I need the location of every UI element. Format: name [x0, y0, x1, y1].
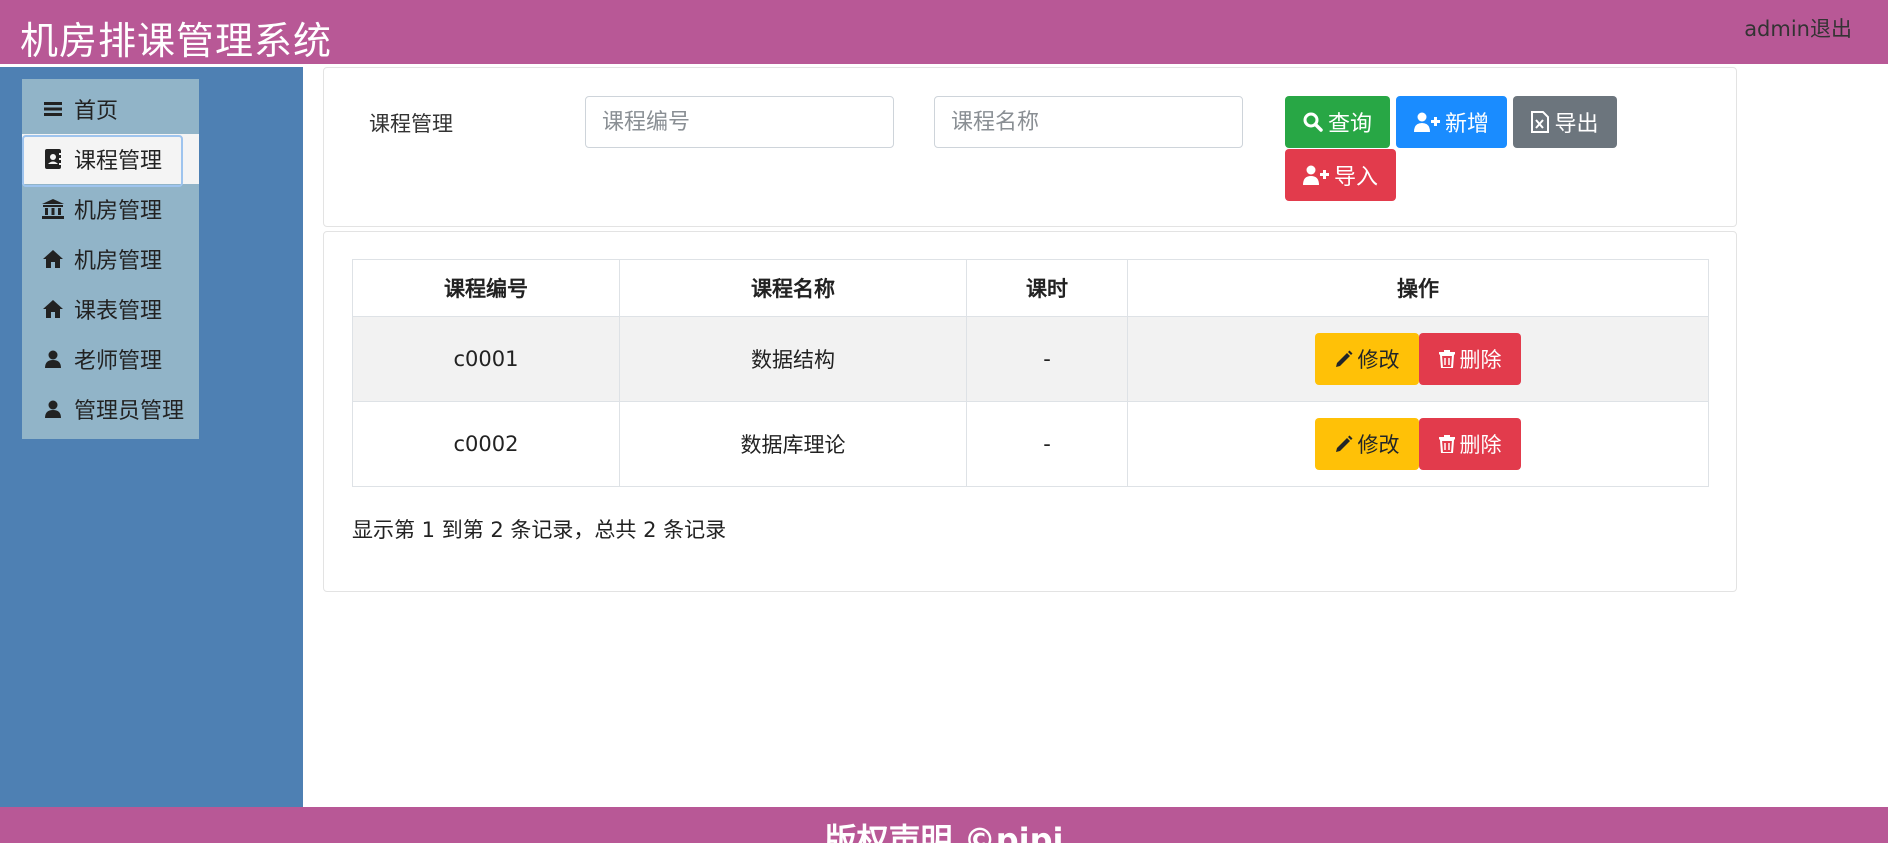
cell-course-hours: -: [966, 316, 1128, 402]
user-plus-icon: [1413, 112, 1440, 132]
home-icon: [42, 298, 64, 320]
sidebar-item-admin[interactable]: 管理员管理: [22, 384, 199, 434]
user-icon: [42, 348, 64, 370]
user-icon: [42, 398, 64, 420]
pagination-info: 显示第 1 到第 2 条记录，总共 2 条记录: [352, 518, 727, 542]
search-icon: [1303, 112, 1323, 132]
bank-building-icon: [42, 198, 64, 220]
column-header-code[interactable]: 课程编号: [352, 259, 620, 317]
cell-course-code: c0001: [352, 316, 620, 402]
add-button[interactable]: 新增: [1396, 96, 1507, 148]
search-button-label: 查询: [1327, 112, 1372, 137]
home-icon: [42, 248, 64, 270]
table-row: c0002 数据库理论 - 修改 删除: [352, 401, 1709, 487]
export-button[interactable]: 导出: [1513, 96, 1617, 148]
app-title: 机房排课管理系统: [20, 19, 333, 63]
logout-link[interactable]: 退出: [1810, 17, 1852, 41]
sidebar-item-course[interactable]: 课程管理: [22, 134, 199, 187]
course-table-panel: 课程编号 课程名称 课时 操作 c0001 数据结构 - 修改 删除 c0002…: [323, 231, 1737, 592]
edit-button-label: 修改: [1357, 348, 1400, 372]
user-plus-icon: [1302, 165, 1329, 185]
trash-icon: [1438, 350, 1455, 368]
cell-actions: 修改 删除: [1127, 401, 1709, 487]
column-header-hours[interactable]: 课时: [966, 259, 1128, 317]
course-table: 课程编号 课程名称 课时 操作 c0001 数据结构 - 修改 删除 c0002…: [352, 259, 1709, 487]
sidebar-item-teacher[interactable]: 老师管理: [22, 334, 199, 384]
sidebar-item-label: 机房管理: [74, 249, 163, 274]
menu-bars-icon: [42, 98, 64, 120]
sidebar-item-home[interactable]: 首页: [22, 84, 199, 134]
sidebar-menu: 首页 课程管理 机房管理 机房管理 课表管理 老师管理 管理员管理: [22, 79, 199, 439]
top-header: 机房排课管理系统 admin退出: [0, 0, 1888, 64]
copyright-text: 版权声明 ©pipi: [824, 821, 1064, 843]
course-name-input[interactable]: [934, 96, 1243, 148]
username: admin: [1744, 17, 1810, 41]
sidebar-item-schedule[interactable]: 课表管理: [22, 284, 199, 334]
sidebar-item-label: 管理员管理: [74, 399, 185, 424]
user-area: admin退出: [1744, 13, 1852, 43]
pencil-icon: [1335, 435, 1352, 452]
column-header-name[interactable]: 课程名称: [619, 259, 967, 317]
sidebar-item-label: 老师管理: [74, 349, 163, 374]
edit-button[interactable]: 修改: [1315, 418, 1419, 470]
trash-icon: [1438, 435, 1455, 453]
sidebar-item-lab-2[interactable]: 机房管理: [22, 234, 199, 284]
footer: 版权声明 ©pipi: [0, 807, 1888, 843]
course-code-input[interactable]: [585, 96, 894, 148]
delete-button-label: 删除: [1459, 348, 1502, 372]
contact-book-icon: [42, 148, 64, 170]
cell-course-name: 数据结构: [619, 316, 967, 402]
sidebar-item-label: 课表管理: [74, 299, 163, 324]
delete-button[interactable]: 删除: [1419, 333, 1521, 385]
file-excel-icon: [1531, 111, 1550, 133]
delete-button[interactable]: 删除: [1419, 418, 1521, 470]
search-button[interactable]: 查询: [1285, 96, 1390, 148]
table-header-row: 课程编号 课程名称 课时 操作: [352, 259, 1709, 317]
import-button-label: 导入: [1333, 165, 1378, 190]
sidebar-item-lab[interactable]: 机房管理: [22, 184, 199, 234]
cell-course-code: c0002: [352, 401, 620, 487]
sidebar: 首页 课程管理 机房管理 机房管理 课表管理 老师管理 管理员管理: [0, 67, 303, 807]
search-panel: 课程管理 查询 新增 导出 导入: [323, 67, 1737, 227]
sidebar-item-label: 机房管理: [74, 199, 163, 224]
edit-button-label: 修改: [1357, 433, 1400, 457]
pencil-icon: [1335, 350, 1352, 367]
search-panel-title: 课程管理: [369, 112, 453, 136]
sidebar-item-label: 课程管理: [74, 149, 163, 174]
sidebar-item-label: 首页: [74, 99, 119, 124]
cell-course-name: 数据库理论: [619, 401, 967, 487]
export-button-label: 导出: [1554, 112, 1599, 137]
cell-course-hours: -: [966, 401, 1128, 487]
column-header-actions: 操作: [1127, 259, 1709, 317]
add-button-label: 新增: [1444, 112, 1489, 137]
import-button[interactable]: 导入: [1285, 149, 1396, 201]
table-row: c0001 数据结构 - 修改 删除: [352, 316, 1709, 402]
edit-button[interactable]: 修改: [1315, 333, 1419, 385]
cell-actions: 修改 删除: [1127, 316, 1709, 402]
delete-button-label: 删除: [1459, 433, 1502, 457]
